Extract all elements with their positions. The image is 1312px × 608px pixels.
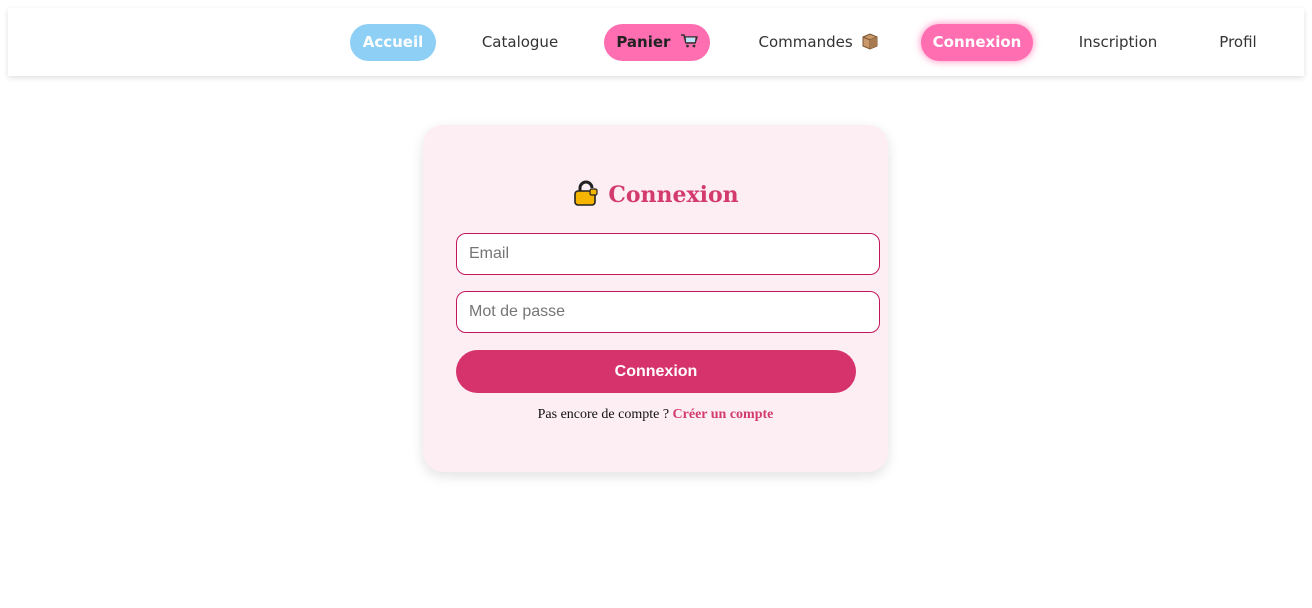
nav-connexion[interactable]: Connexion bbox=[921, 24, 1033, 61]
top-navbar: Accueil Catalogue Panier Commandes Conne… bbox=[8, 8, 1304, 76]
nav-catalogue[interactable]: Catalogue bbox=[470, 24, 570, 61]
nav-inscription[interactable]: Inscription bbox=[1068, 24, 1168, 61]
signup-prompt-row: Pas encore de compte ? Créer un compte bbox=[423, 407, 888, 423]
nav-accueil-label: Accueil bbox=[362, 33, 424, 51]
login-submit-button[interactable]: Connexion bbox=[456, 350, 856, 393]
signup-prompt-text: Pas encore de compte ? bbox=[537, 407, 670, 422]
nav-connexion-label: Connexion bbox=[932, 33, 1022, 51]
nav-panier-label: Panier bbox=[616, 33, 671, 51]
email-field[interactable] bbox=[456, 233, 880, 275]
nav-catalogue-label: Catalogue bbox=[481, 33, 559, 51]
nav-panier[interactable]: Panier bbox=[604, 24, 710, 61]
login-title: Connexion bbox=[423, 177, 888, 213]
nav-inscription-label: Inscription bbox=[1078, 33, 1158, 51]
nav-commandes[interactable]: Commandes bbox=[744, 24, 894, 61]
create-account-link[interactable]: Créer un compte bbox=[673, 407, 774, 422]
nav-profil[interactable]: Profil bbox=[1204, 24, 1272, 61]
nav-accueil[interactable]: Accueil bbox=[350, 24, 436, 61]
login-title-text: Connexion bbox=[608, 182, 739, 208]
lock-icon bbox=[574, 180, 598, 206]
shopping-cart-icon bbox=[680, 33, 698, 47]
password-field[interactable] bbox=[456, 291, 880, 333]
login-card: Connexion Connexion Pas encore de compte… bbox=[423, 125, 888, 472]
nav-commandes-label: Commandes bbox=[758, 33, 853, 51]
package-icon bbox=[862, 32, 878, 50]
nav-profil-label: Profil bbox=[1219, 33, 1257, 51]
